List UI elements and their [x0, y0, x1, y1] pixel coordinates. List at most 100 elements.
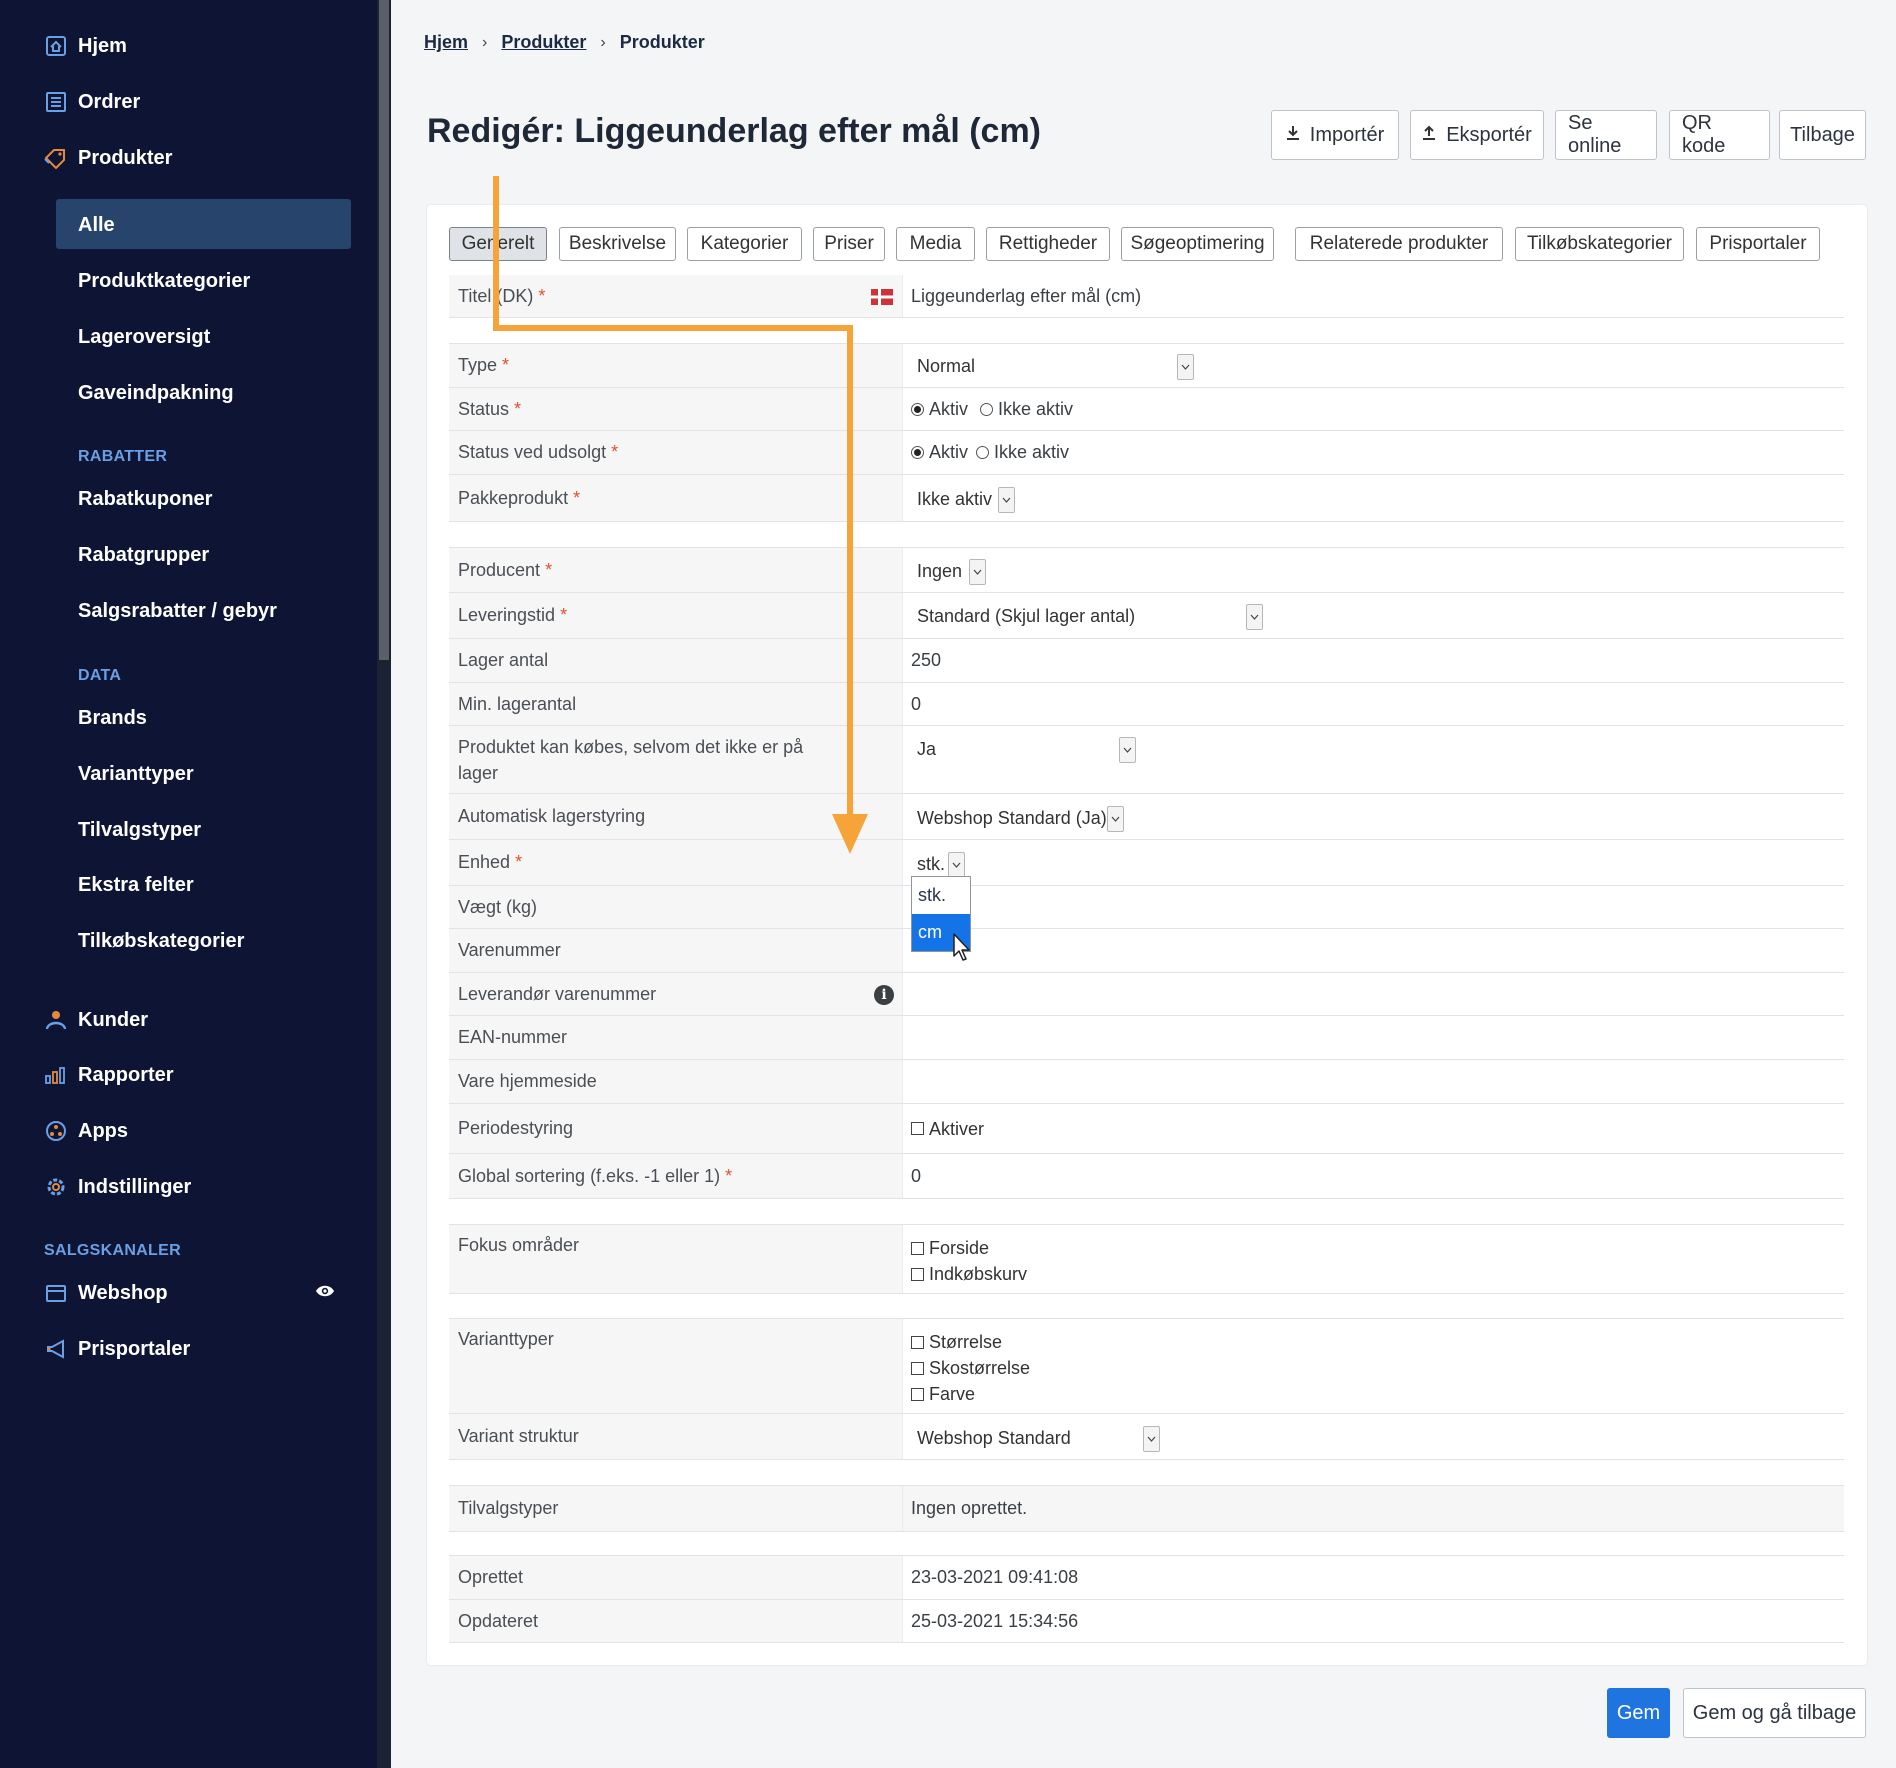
nav-orders[interactable]: Ordrer [44, 82, 140, 122]
status-active-radio[interactable]: Aktiv [911, 399, 968, 420]
chevron-right-icon: › [600, 33, 606, 51]
title-input[interactable]: Liggeunderlag efter mål (cm) [911, 275, 1141, 317]
soldout-label: Status ved udsolgt [458, 442, 607, 462]
nav-sub-addon-categories[interactable]: Tilkøbskategorier [78, 921, 244, 961]
chevron-down-icon [1143, 1426, 1160, 1452]
variant-types-label: Varianttyper [458, 1329, 554, 1349]
producer-select[interactable]: Ingen [917, 556, 987, 586]
tab-seo[interactable]: Søgeoptimering [1121, 227, 1274, 261]
package-label: Pakkeprodukt [458, 487, 569, 508]
variant-size-checkbox[interactable]: Størrelse [911, 1329, 1002, 1355]
megaphone-icon [44, 1337, 68, 1361]
nav-sub-stock[interactable]: Lageroversigt [78, 317, 210, 357]
sort-input[interactable]: 0 [911, 1154, 921, 1198]
tab-prices[interactable]: Priser [813, 227, 885, 261]
package-select[interactable]: Ikke aktiv [917, 484, 1015, 514]
nav-home[interactable]: Hjem [44, 26, 127, 66]
period-field: Aktiver [911, 1104, 984, 1153]
backorder-select[interactable]: Ja [917, 734, 1136, 764]
delivery-select[interactable]: Standard (Skjul lager antal) [917, 601, 1263, 631]
unit-option-stk[interactable]: stk. [912, 877, 970, 914]
scrollbar-thumb[interactable] [379, 0, 389, 660]
row-title: Titel (DK) * Liggeunderlag efter mål (cm) [449, 275, 1844, 318]
focus-frontpage-checkbox[interactable]: Forside [911, 1235, 989, 1261]
nav-price-portals[interactable]: Prisportaler [44, 1329, 190, 1369]
variant-color-checkbox[interactable]: Farve [911, 1381, 975, 1407]
nav-sub-coupons[interactable]: Rabatkuponer [78, 479, 212, 519]
qr-code-button[interactable]: QR kode [1669, 110, 1770, 160]
tab-description[interactable]: Beskrivelse [559, 227, 676, 261]
sort-label: Global sortering (f.eks. -1 eller 1) [458, 1165, 721, 1186]
back-button[interactable]: Tilbage [1779, 110, 1866, 160]
type-select[interactable]: Normal [917, 351, 1194, 381]
focus-cart-checkbox[interactable]: Indkøbskurv [911, 1261, 1027, 1287]
soldout-inactive-radio[interactable]: Ikke aktiv [976, 442, 1069, 463]
tab-categories[interactable]: Kategorier [687, 227, 802, 261]
nav-sub-giftwrap[interactable]: Gaveindpakning [78, 373, 234, 413]
checkbox-label: Skostørrelse [929, 1358, 1031, 1378]
nav-sub-extra-fields[interactable]: Ekstra felter [78, 865, 194, 905]
nav-sub-discount-groups[interactable]: Rabatgrupper [78, 535, 209, 575]
nav-reports[interactable]: Rapporter [44, 1055, 174, 1095]
row-stock: Lager antal 250 [449, 639, 1844, 683]
stock-label: Lager antal [458, 650, 549, 670]
supplier-sku-label: Leverandør varenummer [458, 983, 657, 1004]
export-button[interactable]: Eksportér [1410, 110, 1544, 160]
breadcrumb-products[interactable]: Produkter [501, 32, 586, 53]
row-addon-types: Tilvalgstyper Ingen oprettet. [449, 1486, 1844, 1532]
row-supplier-sku: Leverandør varenummer [449, 973, 1844, 1016]
field-label: Min. lagerantal [449, 683, 903, 725]
auto-stock-select-value: Webshop Standard (Ja) [917, 807, 1107, 828]
variant-structure-select[interactable]: Webshop Standard [917, 1423, 1160, 1453]
producer-label: Producent [458, 559, 541, 580]
tab-general[interactable]: Generelt [449, 227, 547, 261]
period-checkbox[interactable]: Aktiver [911, 1116, 984, 1142]
breadcrumb-home[interactable]: Hjem [424, 32, 468, 53]
soldout-active-radio[interactable]: Aktiv [911, 442, 968, 463]
radio-dot [911, 402, 924, 416]
nav-products[interactable]: Produkter [44, 138, 172, 178]
nav-sub-label: Varianttyper [78, 762, 194, 785]
save-button[interactable]: Gem [1607, 1688, 1670, 1738]
row-gap [449, 1199, 1844, 1225]
nav-sub-brands[interactable]: Brands [78, 698, 147, 738]
nav-settings[interactable]: Indstillinger [44, 1167, 191, 1207]
tab-permissions[interactable]: Rettigheder [986, 227, 1110, 261]
info-icon[interactable]: i [874, 985, 894, 1005]
field-label: Lager antal [449, 639, 903, 682]
stock-input[interactable]: 250 [911, 639, 941, 682]
import-button[interactable]: Importér [1271, 110, 1399, 160]
min-stock-input[interactable]: 0 [911, 683, 921, 725]
download-icon [1286, 125, 1300, 146]
tab-media[interactable]: Media [896, 227, 975, 261]
variant-shoesize-checkbox[interactable]: Skostørrelse [911, 1355, 1030, 1381]
nav-sub-all-label: Alle [78, 213, 115, 236]
field-label: Varianttyper [449, 1319, 903, 1413]
status-inactive-radio[interactable]: Ikke aktiv [980, 399, 1073, 420]
sidebar: Hjem Ordrer Produkter Alle Produktkatego… [0, 0, 391, 1768]
save-and-back-button[interactable]: Gem og gå tilbage [1683, 1688, 1866, 1738]
sidebar-scrollbar[interactable] [377, 0, 391, 1768]
unit-select[interactable]: stk. [917, 849, 967, 879]
nav-sub-addon-types[interactable]: Tilvalgstyper [78, 810, 201, 850]
nav-sub-product-categories[interactable]: Produktkategorier [78, 261, 250, 301]
row-focus: Fokus områder Forside Indkøbskurv [449, 1225, 1844, 1294]
chevron-down-icon [1246, 604, 1263, 630]
tab-addon-categories[interactable]: Tilkøbskategorier [1515, 227, 1684, 261]
nav-customers[interactable]: Kunder [44, 1000, 148, 1040]
nav-sub-label: Lageroversigt [78, 325, 211, 348]
eye-icon[interactable] [315, 1283, 335, 1304]
radio-dot [980, 402, 994, 416]
tab-price-portals[interactable]: Prisportaler [1696, 227, 1820, 261]
nav-sub-sales-discounts[interactable]: Salgsrabatter / gebyr [78, 591, 277, 631]
updated-value: 25-03-2021 15:34:56 [911, 1610, 1079, 1631]
auto-stock-select[interactable]: Webshop Standard (Ja) [917, 803, 1124, 833]
nav-sub-variant-types[interactable]: Varianttyper [78, 754, 194, 794]
nav-apps[interactable]: Apps [44, 1111, 128, 1151]
tab-related-products[interactable]: Relaterede produkter [1295, 227, 1503, 261]
nav-webshop[interactable]: Webshop [44, 1273, 168, 1313]
period-label: Periodestyring [458, 1118, 574, 1138]
nav-sub-all[interactable]: Alle [78, 205, 115, 245]
checkbox-box [911, 1335, 924, 1349]
view-online-button[interactable]: Se online [1555, 110, 1657, 160]
